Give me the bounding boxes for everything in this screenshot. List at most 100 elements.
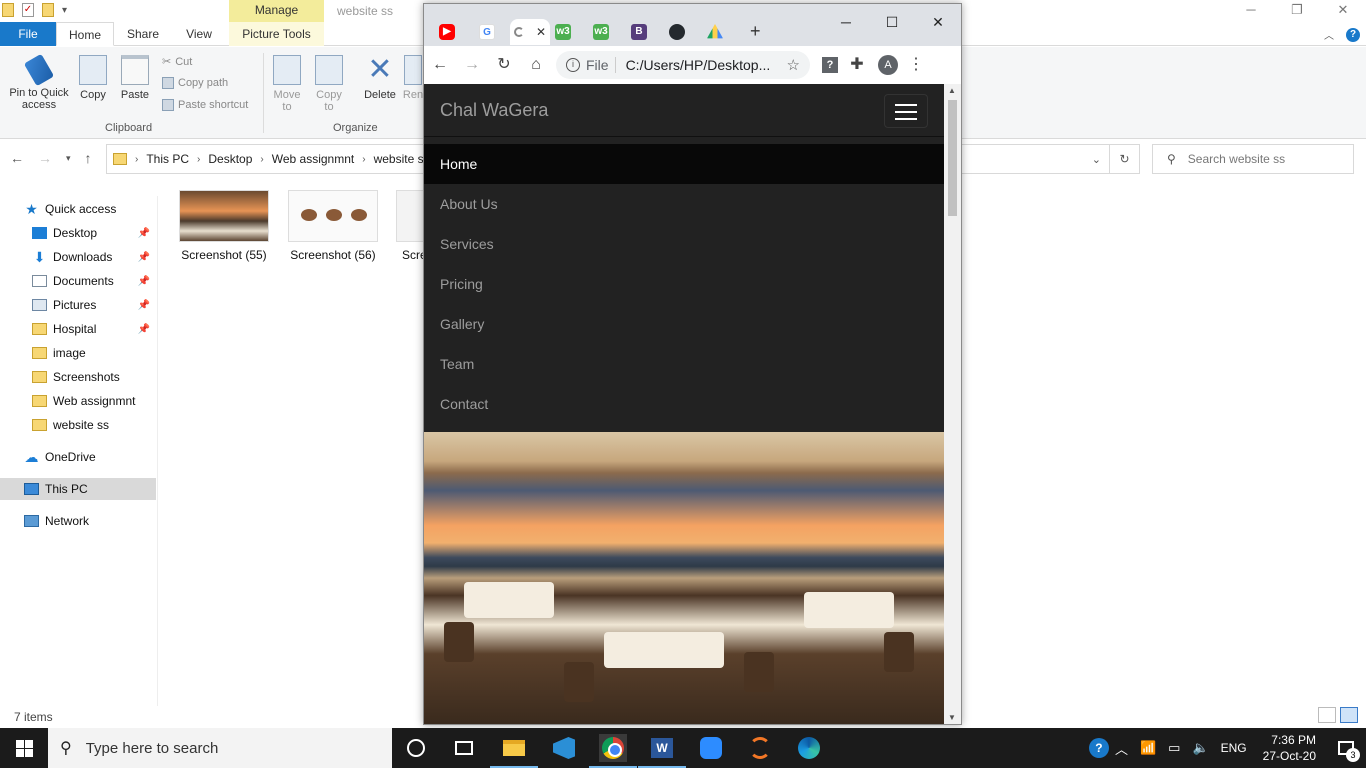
maximize-icon[interactable]: ☐ xyxy=(869,8,915,36)
chevron-right-icon[interactable]: › xyxy=(260,154,263,165)
new-tab-icon[interactable]: + xyxy=(750,21,761,42)
zoom-taskbar-icon[interactable] xyxy=(697,734,725,762)
copy-path-button[interactable]: Copy path xyxy=(162,77,228,89)
tab-w3schools-1[interactable]: w3 xyxy=(550,19,576,45)
jupyter-taskbar-icon[interactable] xyxy=(746,734,774,762)
tab-active[interactable]: ✕ xyxy=(510,19,550,45)
taskbar-search-input[interactable]: ⚲ Type here to search xyxy=(48,728,392,768)
tab-google-drive[interactable] xyxy=(702,19,728,45)
volume-icon[interactable]: 🔈 xyxy=(1192,740,1208,756)
extension-help-icon[interactable]: ? xyxy=(822,57,838,73)
extensions-puzzle-icon[interactable]: ✚ xyxy=(846,49,868,81)
close-icon[interactable]: ✕ xyxy=(1320,0,1366,22)
tab-share[interactable]: Share xyxy=(118,22,168,46)
file-item[interactable]: Scre xyxy=(394,188,424,262)
edge-taskbar-icon[interactable] xyxy=(795,734,823,762)
tab-youtube[interactable]: ▶ xyxy=(434,19,460,45)
task-view-icon[interactable] xyxy=(450,734,478,762)
sidebar-item-image[interactable]: image xyxy=(0,342,156,364)
site-brand[interactable]: Chal WaGera xyxy=(440,100,548,121)
wifi-icon[interactable]: 📶 xyxy=(1140,740,1156,756)
file-item[interactable]: Screenshot (55) xyxy=(176,188,272,262)
menu-item-gallery[interactable]: Gallery xyxy=(424,304,944,344)
paste-button[interactable]: Paste xyxy=(118,55,152,101)
copy-to-button[interactable]: Copy to xyxy=(312,55,346,113)
close-icon[interactable]: ✕ xyxy=(915,8,961,36)
refresh-icon[interactable]: ↻ xyxy=(1109,145,1139,173)
file-item[interactable]: Screenshot (56) xyxy=(285,188,381,262)
recent-locations-icon[interactable]: ▾ xyxy=(66,153,71,166)
word-taskbar-icon[interactable]: W xyxy=(638,734,686,768)
info-icon[interactable]: i xyxy=(566,58,580,72)
delete-button[interactable]: ✕ Delete xyxy=(360,55,400,102)
menu-item-home[interactable]: Home xyxy=(424,144,944,184)
sidebar-item-pictures[interactable]: Pictures 📌 xyxy=(0,294,156,316)
chevron-up-icon[interactable]: ︿ xyxy=(1115,739,1128,758)
move-to-button[interactable]: Move to xyxy=(270,55,304,113)
battery-icon[interactable]: ▭ xyxy=(1168,740,1180,756)
collapse-ribbon-icon[interactable]: ︿ xyxy=(1324,27,1334,42)
breadcrumb-web-assignmnt[interactable]: Web assignmnt xyxy=(272,152,354,166)
sidebar-item-network[interactable]: Network xyxy=(0,510,156,532)
clock[interactable]: 7:36 PM 27-Oct-20 xyxy=(1263,732,1316,764)
scrollbar-thumb[interactable] xyxy=(948,100,957,216)
customize-toolbar-icon[interactable]: ▾ xyxy=(62,5,67,16)
forward-arrow-icon[interactable]: → xyxy=(456,49,488,81)
omnibox[interactable]: i File C:/Users/HP/Desktop... ☆ xyxy=(556,51,810,79)
minimize-icon[interactable]: ─ xyxy=(823,8,869,36)
large-icons-view-icon[interactable] xyxy=(1340,707,1358,723)
paste-shortcut-button[interactable]: Paste shortcut xyxy=(162,99,248,111)
sidebar-item-hospital[interactable]: Hospital 📌 xyxy=(0,318,156,340)
bookmark-star-icon[interactable]: ☆ xyxy=(787,56,800,74)
action-center-icon[interactable]: 3 xyxy=(1326,728,1366,768)
search-input[interactable]: ⚲ Search website ss xyxy=(1152,144,1354,174)
restore-icon[interactable]: ❐ xyxy=(1274,0,1320,22)
hamburger-menu-icon[interactable] xyxy=(884,94,928,128)
menu-item-about-us[interactable]: About Us xyxy=(424,184,944,224)
details-view-icon[interactable] xyxy=(1318,707,1336,723)
sidebar-item-screenshots[interactable]: Screenshots xyxy=(0,366,156,388)
chrome-taskbar-icon[interactable] xyxy=(589,734,637,768)
sidebar-item-desktop[interactable]: Desktop 📌 xyxy=(0,222,156,244)
chevron-right-icon[interactable]: › xyxy=(135,154,138,165)
cortana-icon[interactable] xyxy=(402,734,430,762)
help-icon[interactable]: ? xyxy=(1346,27,1360,42)
tab-bootstrap[interactable]: B xyxy=(626,19,652,45)
windows-start-icon[interactable] xyxy=(0,728,48,768)
up-arrow-icon[interactable]: ↑ xyxy=(85,150,92,166)
tab-file[interactable]: File xyxy=(0,22,56,46)
menu-item-contact[interactable]: Contact xyxy=(424,384,944,424)
reload-icon[interactable]: ↻ xyxy=(488,49,520,81)
menu-item-pricing[interactable]: Pricing xyxy=(424,264,944,304)
sidebar-item-this-pc[interactable]: This PC xyxy=(0,478,156,500)
sidebar-item-onedrive[interactable]: ☁ OneDrive xyxy=(0,446,156,468)
chevron-right-icon[interactable]: › xyxy=(362,154,365,165)
tab-w3schools-2[interactable]: w3 xyxy=(588,19,614,45)
scroll-up-icon[interactable]: ▲ xyxy=(948,86,956,95)
kebab-menu-icon[interactable]: ⋮ xyxy=(908,49,924,81)
copy-button[interactable]: Copy xyxy=(78,55,108,101)
sidebar-item-website-ss[interactable]: website ss xyxy=(0,414,156,436)
tab-google[interactable]: G xyxy=(474,19,500,45)
sidebar-item-web-assignmnt[interactable]: Web assignmnt xyxy=(0,390,156,412)
tab-github[interactable] xyxy=(664,19,690,45)
close-tab-icon[interactable]: ✕ xyxy=(536,25,546,39)
chevron-down-icon[interactable]: ⌄ xyxy=(1092,153,1101,166)
scroll-down-icon[interactable]: ▼ xyxy=(948,713,956,722)
menu-item-team[interactable]: Team xyxy=(424,344,944,384)
home-icon[interactable]: ⌂ xyxy=(520,49,552,81)
sidebar-item-quick-access[interactable]: ★ Quick access xyxy=(0,198,156,220)
file-explorer-taskbar-icon[interactable] xyxy=(490,734,538,768)
help-tray-icon[interactable]: ? xyxy=(1088,738,1109,758)
breadcrumb-website-ss[interactable]: website s xyxy=(374,152,424,166)
page-scrollbar[interactable]: ▲ ▼ xyxy=(944,84,961,724)
breadcrumb-desktop[interactable]: Desktop xyxy=(208,152,252,166)
chevron-right-icon[interactable]: › xyxy=(197,154,200,165)
tab-home[interactable]: Home xyxy=(56,22,114,46)
rename-button[interactable]: Ren xyxy=(402,55,424,101)
forward-arrow-icon[interactable]: → xyxy=(38,150,52,166)
sidebar-item-downloads[interactable]: ⬇ Downloads 📌 xyxy=(0,246,156,268)
back-arrow-icon[interactable]: ← xyxy=(424,49,456,81)
minimize-icon[interactable]: ─ xyxy=(1228,0,1274,22)
pin-to-quick-access-button[interactable]: Pin to Quick access xyxy=(6,53,72,111)
